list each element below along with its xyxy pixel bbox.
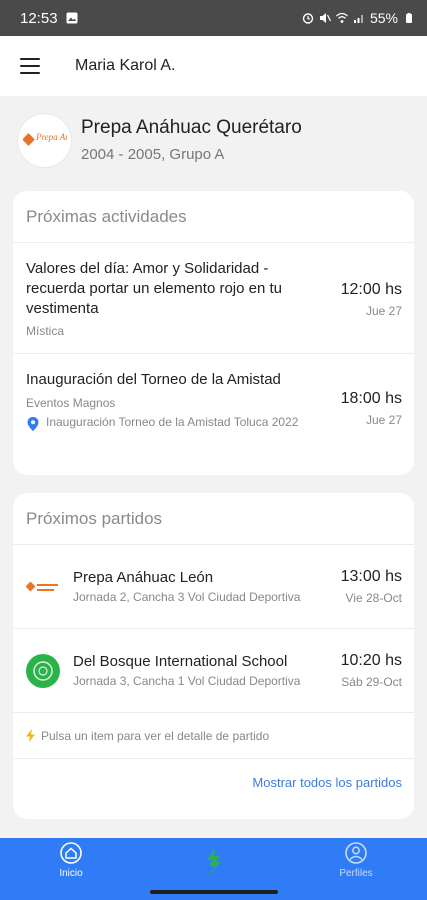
team-logo [26, 570, 60, 604]
match-date: Vie 28-Oct [345, 591, 402, 605]
lightning-icon [26, 729, 35, 742]
status-bar: 12:53 55% [0, 0, 427, 36]
matches-title: Próximos partidos [13, 493, 414, 545]
team-name: Prepa Anáhuac León [73, 568, 214, 586]
match-date: Sáb 29-Oct [341, 675, 402, 689]
wifi-icon [336, 12, 348, 23]
school-name: Prepa Anáhuac Querétaro [81, 117, 302, 138]
matches-card: Próximos partidos Prepa Anáhuac León Jor… [13, 493, 414, 819]
home-indicator[interactable] [150, 890, 278, 894]
app-logo-icon[interactable] [203, 848, 225, 878]
match-item[interactable]: Prepa Anáhuac León Jornada 2, Cancha 3 V… [13, 545, 414, 629]
battery-icon [406, 13, 412, 23]
status-time: 12:53 [20, 9, 58, 27]
user-name: Maria Karol A. [75, 57, 176, 74]
match-detail: Jornada 3, Cancha 1 Vol Ciudad Deportiva [73, 673, 301, 688]
match-item[interactable]: Del Bosque International School Jornada … [13, 629, 414, 713]
activity-date: Jue 27 [365, 304, 402, 318]
alarm-icon [302, 13, 314, 24]
nav-inicio[interactable]: Inicio [31, 842, 111, 879]
activity-time: 12:00 hs [340, 281, 402, 298]
app-bar: Maria Karol A. [0, 36, 427, 96]
activity-item[interactable]: Valores del día: Amor y Solidaridad - re… [13, 243, 414, 354]
gallery-icon [66, 12, 78, 24]
match-hint-text: Pulsa un item para ver el detalle de par… [41, 728, 270, 743]
match-hint: Pulsa un item para ver el detalle de par… [13, 713, 414, 759]
match-time: 13:00 hs [340, 568, 402, 585]
show-all-matches-link[interactable]: Mostrar todos los partidos [13, 759, 414, 805]
school-logo-text: Prepa Anáhuac [35, 132, 67, 142]
home-icon [60, 842, 82, 864]
school-logo: Prepa Anáhuac [18, 113, 71, 167]
school-period: 2004 - 2005, Grupo A [81, 146, 225, 163]
team-name: Del Bosque International School [73, 652, 288, 670]
location-pin-icon [27, 417, 39, 431]
activity-category: Eventos Magnos [26, 396, 116, 410]
activities-card: Próximas actividades Valores del día: Am… [13, 191, 414, 475]
activity-category: Mística [26, 324, 65, 338]
profile-icon [345, 842, 367, 864]
signal-icon [353, 15, 363, 23]
menu-icon[interactable] [20, 58, 40, 74]
activity-item[interactable]: Inauguración del Torneo de la Amistad Ev… [13, 354, 414, 474]
match-time: 10:20 hs [340, 652, 402, 669]
nav-perfiles[interactable]: Perfiles [316, 842, 396, 879]
battery-percent: 55% [369, 10, 398, 26]
nav-inicio-label: Inicio [59, 868, 83, 879]
team-logo [26, 653, 60, 688]
activity-time: 18:00 hs [340, 390, 402, 407]
nav-perfiles-label: Perfiles [339, 868, 373, 879]
activity-location: Inauguración Torneo de la Amistad Toluca… [26, 415, 322, 432]
activity-date: Jue 27 [365, 413, 402, 427]
match-detail: Jornada 2, Cancha 3 Vol Ciudad Deportiva [73, 589, 301, 604]
activity-name: Valores del día: Amor y Solidaridad - re… [26, 260, 282, 317]
activity-name: Inauguración del Torneo de la Amistad [26, 371, 281, 388]
activities-title: Próximas actividades [13, 191, 414, 243]
school-header: Prepa Anáhuac Prepa Anáhuac Querétaro 20… [18, 110, 413, 170]
activity-location-text: Inauguración Torneo de la Amistad Toluca… [46, 415, 299, 429]
mute-icon [319, 13, 331, 23]
